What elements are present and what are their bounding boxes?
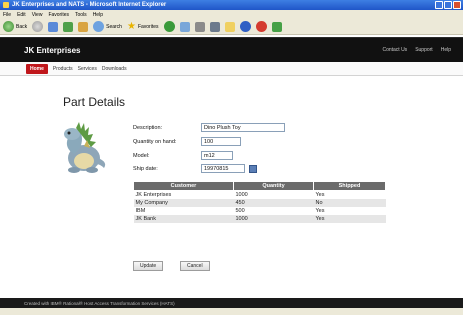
cell-quantity: 1000 [235, 191, 248, 198]
cell-quantity: 500 [235, 207, 245, 214]
model-label: Model: [133, 152, 150, 159]
cell-quantity: 450 [233, 198, 314, 207]
print-icon[interactable] [209, 21, 220, 32]
page-title: Part Details [63, 95, 126, 109]
dino-plush-image [64, 122, 106, 173]
menu-file[interactable]: File [3, 12, 11, 18]
model-field[interactable]: m12 [201, 151, 233, 160]
toolbar-app-icon-2[interactable] [255, 21, 267, 32]
ship-date-row: Ship date: 19970815 [133, 164, 257, 173]
menu-edit[interactable]: Edit [17, 12, 26, 18]
media-icon[interactable] [163, 21, 175, 32]
table-row: My Company 450 No [133, 198, 386, 207]
quantity-field[interactable]: 100 [201, 137, 241, 146]
forward-button[interactable] [32, 21, 44, 32]
favorites-button[interactable]: ★ Favorites [127, 21, 159, 32]
home-icon[interactable] [78, 21, 89, 32]
table-row: JK Enterprises 1000 Yes [134, 191, 386, 199]
description-field[interactable]: Dino Plush Toy [201, 123, 285, 132]
ship-date-field[interactable]: 19970815 [201, 164, 245, 173]
favorites-label: Favorites [137, 23, 159, 30]
back-button[interactable]: Back [3, 21, 27, 32]
cell-quantity: 1000 [233, 214, 314, 223]
browser-statusbar [0, 308, 463, 315]
site-name: JK Enterprises [24, 46, 81, 55]
search-icon [93, 21, 105, 32]
menu-help[interactable]: Help [93, 12, 103, 18]
minimize-button[interactable] [435, 1, 443, 9]
cancel-button[interactable]: Cancel [180, 261, 210, 271]
star-icon: ★ [126, 21, 136, 32]
support-link[interactable]: Support [415, 47, 433, 53]
back-arrow-icon [3, 21, 14, 32]
nav-products[interactable]: Products [53, 66, 73, 72]
calendar-icon[interactable] [249, 164, 257, 173]
cell-customer: My Company [133, 198, 234, 207]
main-nav: Home Products Services Downloads [0, 62, 463, 76]
nav-services[interactable]: Services [78, 66, 97, 72]
description-row: Description: Dino Plush Toy [133, 123, 285, 132]
menu-view[interactable]: View [32, 12, 43, 18]
window-titlebar: JK Enterprises and NATS - Microsoft Inte… [0, 0, 463, 10]
menu-favorites[interactable]: Favorites [48, 12, 69, 18]
search-button[interactable]: Search [93, 21, 122, 32]
col-quantity: Quantity [233, 181, 314, 191]
browser-icon [3, 2, 9, 8]
description-label: Description: [133, 124, 163, 131]
col-customer: Customer [133, 181, 234, 191]
nav-home[interactable]: Home [26, 63, 48, 74]
refresh-icon[interactable] [63, 21, 74, 32]
table-row: JK Bank 1000 Yes [133, 214, 386, 223]
update-button[interactable]: Update [133, 261, 164, 271]
menu-bar: File Edit View Favorites Tools Help [0, 10, 463, 19]
window-title: JK Enterprises and NATS - Microsoft Inte… [12, 2, 167, 8]
browser-toolbar: Back Search ★ Favorites [0, 19, 463, 35]
maximize-button[interactable] [444, 1, 452, 9]
window-controls [435, 1, 461, 9]
menu-tools[interactable]: Tools [75, 12, 87, 18]
table-row: IBM 500 Yes [134, 207, 386, 215]
page-footer: Created with IBM® Rational® Host Access … [0, 298, 463, 308]
cell-shipped: Yes [315, 191, 325, 198]
history-icon[interactable] [179, 21, 190, 32]
cell-customer: JK Enterprises [135, 191, 172, 198]
mail-icon[interactable] [194, 21, 205, 32]
close-button[interactable] [453, 1, 461, 9]
cell-customer: JK Bank [133, 214, 234, 223]
model-row: Model: m12 [133, 151, 233, 160]
site-header: JK Enterprises Contact Us Support Help [0, 37, 463, 62]
cell-shipped: Yes [313, 214, 386, 223]
toolbar-app-icon-1[interactable] [239, 21, 251, 32]
toolbar-app-icon-3[interactable] [271, 21, 282, 32]
help-link[interactable]: Help [441, 47, 451, 53]
cell-shipped: Yes [315, 207, 325, 214]
customer-table: Customer Quantity Shipped JK Enterprises… [133, 181, 386, 223]
contact-us-link[interactable]: Contact Us [382, 47, 407, 53]
quantity-label: Quantity on hand: [133, 138, 177, 145]
back-label: Back [16, 23, 28, 30]
cell-shipped: No [313, 198, 386, 207]
ship-date-label: Ship date: [133, 165, 158, 172]
top-links: Contact Us Support Help [382, 47, 451, 53]
footer-text: Created with IBM® Rational® Host Access … [24, 300, 175, 306]
table-header-row: Customer Quantity Shipped [133, 181, 386, 191]
quantity-row: Quantity on hand: 100 [133, 137, 241, 146]
forward-arrow-icon [32, 21, 44, 32]
cell-customer: IBM [135, 207, 146, 214]
folder-icon[interactable] [224, 21, 235, 32]
stop-icon[interactable] [48, 21, 59, 32]
col-shipped: Shipped [313, 181, 386, 191]
nav-downloads[interactable]: Downloads [102, 66, 127, 72]
search-label: Search [106, 23, 122, 30]
